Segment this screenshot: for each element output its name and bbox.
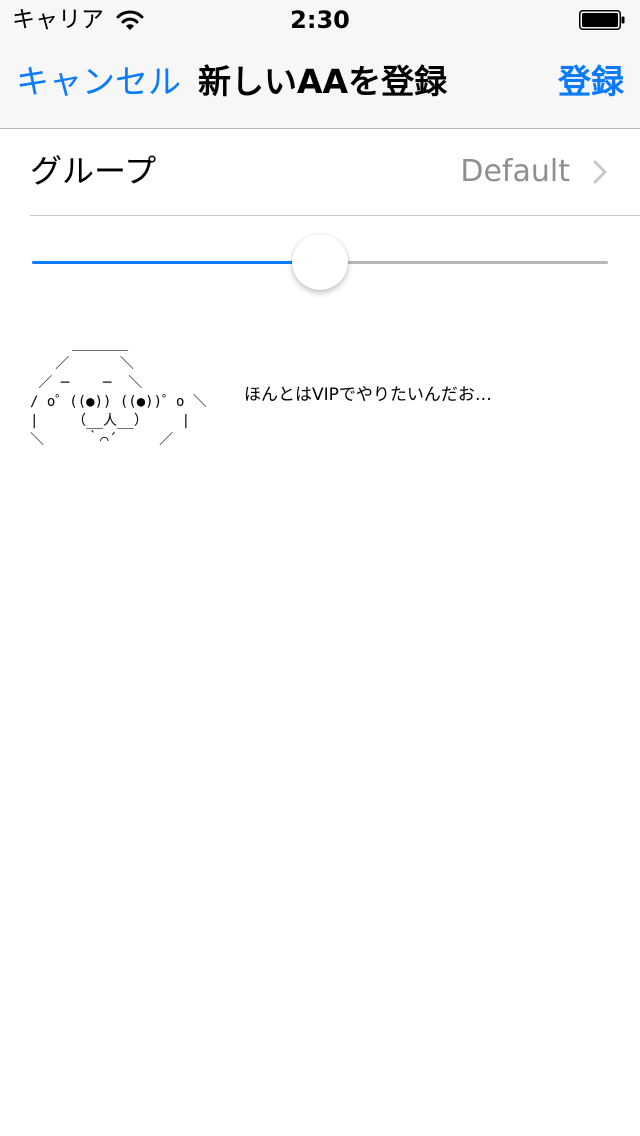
cancel-button[interactable]: キャンセル: [16, 62, 181, 102]
ascii-art-caption: ほんとはVIPでやりたいんだお…: [244, 385, 492, 405]
ascii-art-preview: ＿＿＿＿ ／ ＼ ／ ─ ─ ＼ / o゜((●)) ((●))゜o ＼ | （…: [30, 337, 207, 448]
row-separator: [30, 215, 640, 216]
size-slider[interactable]: [32, 232, 608, 292]
battery-icon: [579, 10, 625, 30]
status-bar: キャリア 2:30: [0, 0, 640, 40]
status-time: 2:30: [290, 6, 350, 34]
page-title: 新しいAAを登録: [198, 62, 448, 101]
slider-fill: [32, 261, 320, 264]
navigation-bar: キャンセル 新しいAAを登録 登録: [0, 40, 640, 128]
header: キャリア 2:30 キャンセル 新しいAAを登録 登録: [0, 0, 640, 129]
register-button[interactable]: 登録: [558, 62, 624, 102]
group-label: グループ: [30, 152, 157, 190]
group-selector-row[interactable]: グループ Default: [0, 129, 640, 215]
chevron-right-icon: [593, 160, 607, 184]
group-value: Default: [460, 154, 570, 189]
slider-thumb[interactable]: [292, 234, 348, 290]
